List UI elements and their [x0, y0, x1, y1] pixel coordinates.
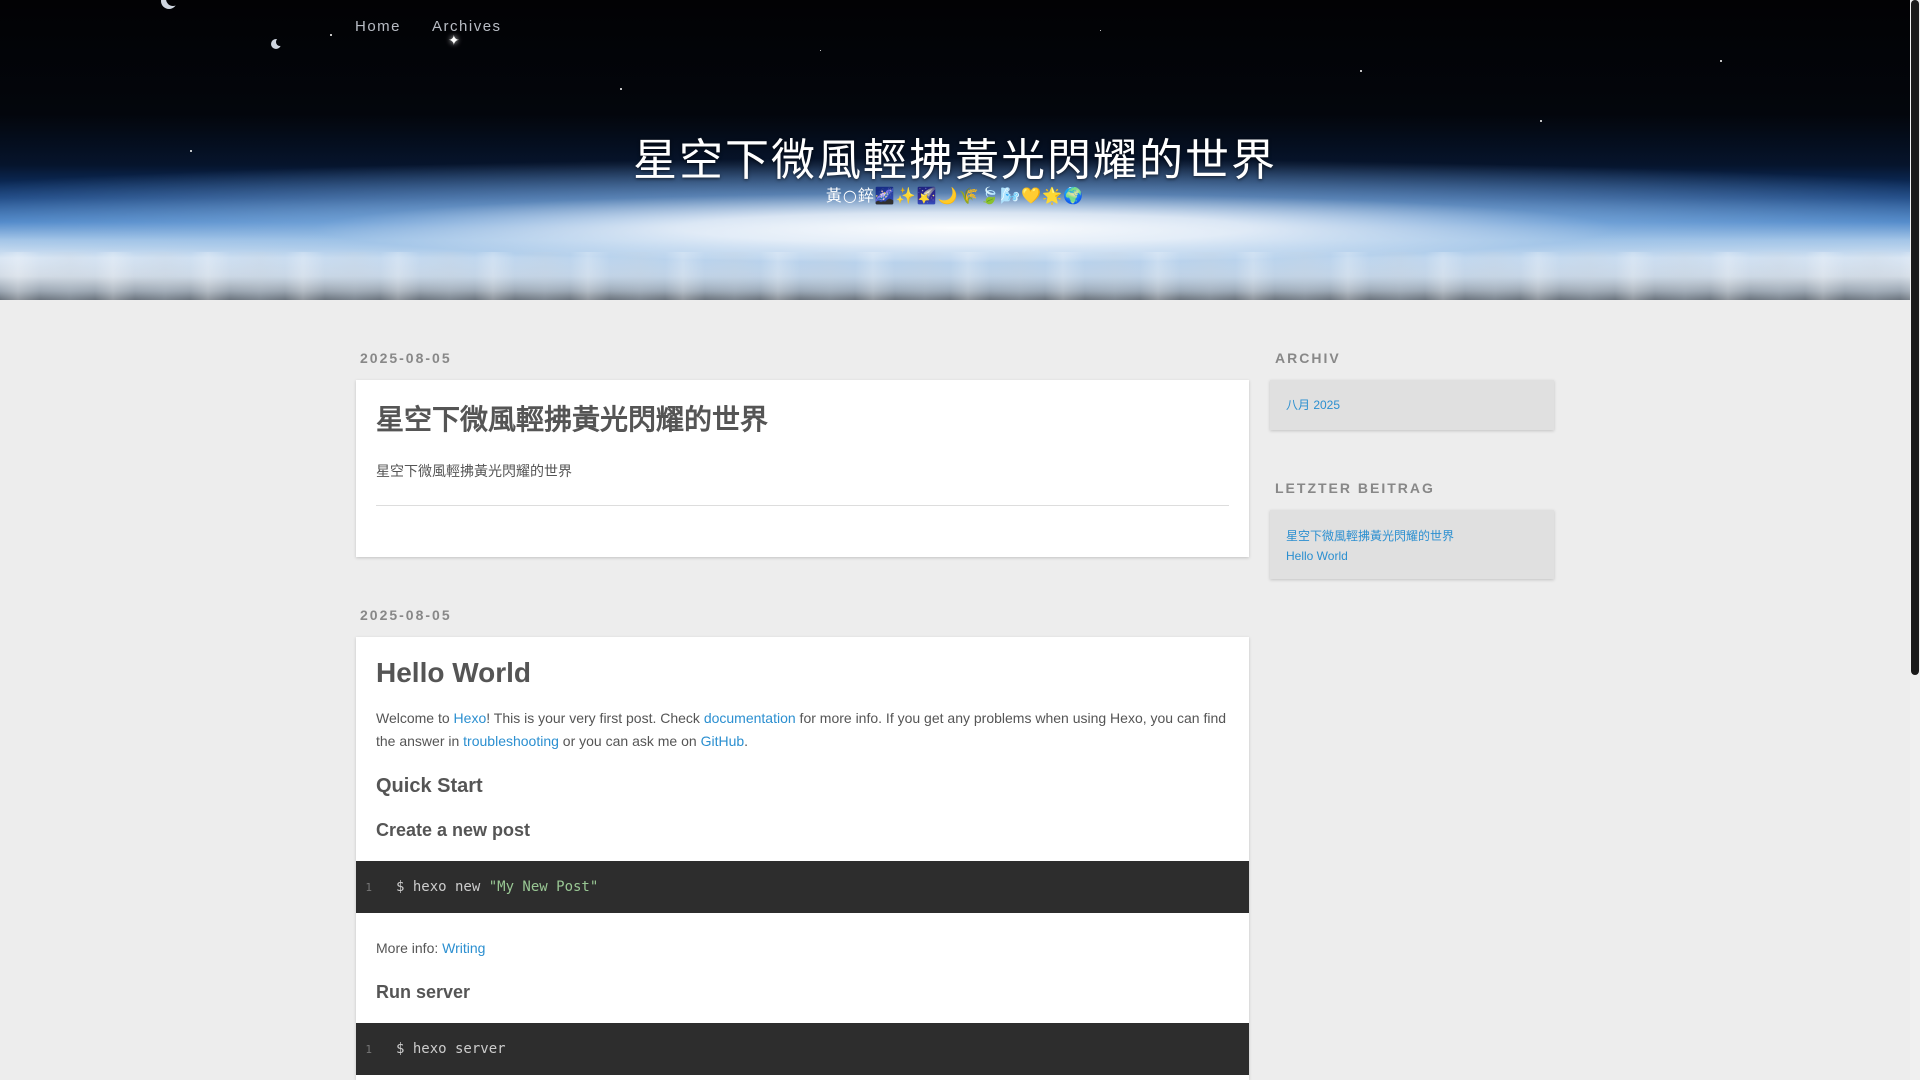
clouds-decoration — [0, 252, 1910, 300]
intro-text: or you can ask me on — [558, 733, 701, 749]
code-block: 1 $ hexo new "My New Post" — [356, 861, 1249, 913]
code-command: $ hexo new — [396, 879, 489, 895]
star-icon — [1720, 60, 1722, 62]
post-title[interactable]: 星空下微風輕拂黃光閃耀的世界 — [376, 380, 1229, 438]
heading-quick-start: Quick Start — [376, 775, 483, 797]
top-nav: Home Archives — [355, 18, 502, 35]
star-icon — [1540, 120, 1542, 122]
code-block: 1 $ hexo server — [356, 1023, 1249, 1075]
site-subtitle: 黃○錊🌌✨🌠🌙🌾🍃🌬️💛🌟🌍 — [825, 186, 1085, 205]
code-line-number: 1 — [365, 1042, 372, 1056]
archive-month-link[interactable]: 八月 2025 — [1270, 380, 1554, 413]
moon-icon — [276, 38, 284, 46]
recent-posts-widget-title: LETZTER BEITRAG — [1275, 480, 1435, 496]
sparkle-icon: ✦ — [448, 32, 460, 48]
more-info-label: More info: — [376, 940, 443, 956]
post-date[interactable]: 2025-08-05 — [360, 607, 452, 623]
post-divider — [376, 505, 1229, 506]
recent-post-link[interactable]: 星空下微風輕拂黃光閃耀的世界 — [1286, 526, 1538, 546]
nav-home-link[interactable]: Home — [355, 18, 401, 35]
recent-post-link[interactable]: Hello World — [1286, 546, 1538, 566]
post-date[interactable]: 2025-08-05 — [360, 350, 452, 366]
code-string: "My New Post" — [488, 879, 599, 895]
post-intro-paragraph: Welcome to Hexo! This is your very first… — [376, 707, 1229, 753]
recent-posts-widget: 星空下微風輕拂黃光閃耀的世界 Hello World — [1270, 510, 1554, 579]
star-icon — [620, 88, 622, 90]
writing-link[interactable]: Writing — [442, 940, 485, 956]
documentation-link[interactable]: documentation — [704, 710, 796, 726]
github-link[interactable]: GitHub — [701, 733, 745, 749]
star-icon — [1100, 30, 1101, 31]
intro-text: Welcome to — [376, 710, 454, 726]
hexo-link[interactable]: Hexo — [454, 710, 487, 726]
star-icon — [820, 50, 821, 51]
nav-archives-link[interactable]: Archives — [432, 18, 502, 35]
code-line-number: 1 — [365, 880, 372, 894]
site-title[interactable]: 星空下微風輕拂黃光閃耀的世界 — [0, 124, 1910, 188]
archive-widget-title: ARCHIV — [1275, 350, 1341, 366]
heading-run-server: Run server — [376, 982, 471, 1002]
troubleshooting-link[interactable]: troubleshooting — [463, 733, 559, 749]
more-info-paragraph: More info: Writing — [376, 937, 1229, 960]
scrollbar[interactable] — [1910, 0, 1920, 1080]
header-banner: ✦ Home Archives 星空下微風輕拂黃光閃耀的世界 黃○錊🌌✨🌠🌙🌾🍃… — [0, 0, 1910, 300]
intro-text: . — [744, 733, 749, 749]
post-title[interactable]: Hello World — [376, 637, 1229, 689]
post-card: Hello World Welcome to Hexo! This is you… — [356, 637, 1249, 1080]
scrollbar-thumb[interactable] — [1911, 0, 1919, 675]
post-card: 星空下微風輕拂黃光閃耀的世界 星空下微風輕拂黃光閃耀的世界 — [356, 380, 1249, 557]
code-command: $ hexo server — [396, 1041, 506, 1057]
star-icon — [330, 34, 332, 36]
heading-create-post: Create a new post — [376, 820, 531, 840]
archive-widget: 八月 2025 — [1270, 380, 1554, 430]
star-icon — [1360, 70, 1362, 72]
intro-text: ! This is your very first post. Check — [486, 710, 704, 726]
post-excerpt: 星空下微風輕拂黃光閃耀的世界 — [376, 464, 572, 480]
moon-icon — [166, 0, 180, 6]
